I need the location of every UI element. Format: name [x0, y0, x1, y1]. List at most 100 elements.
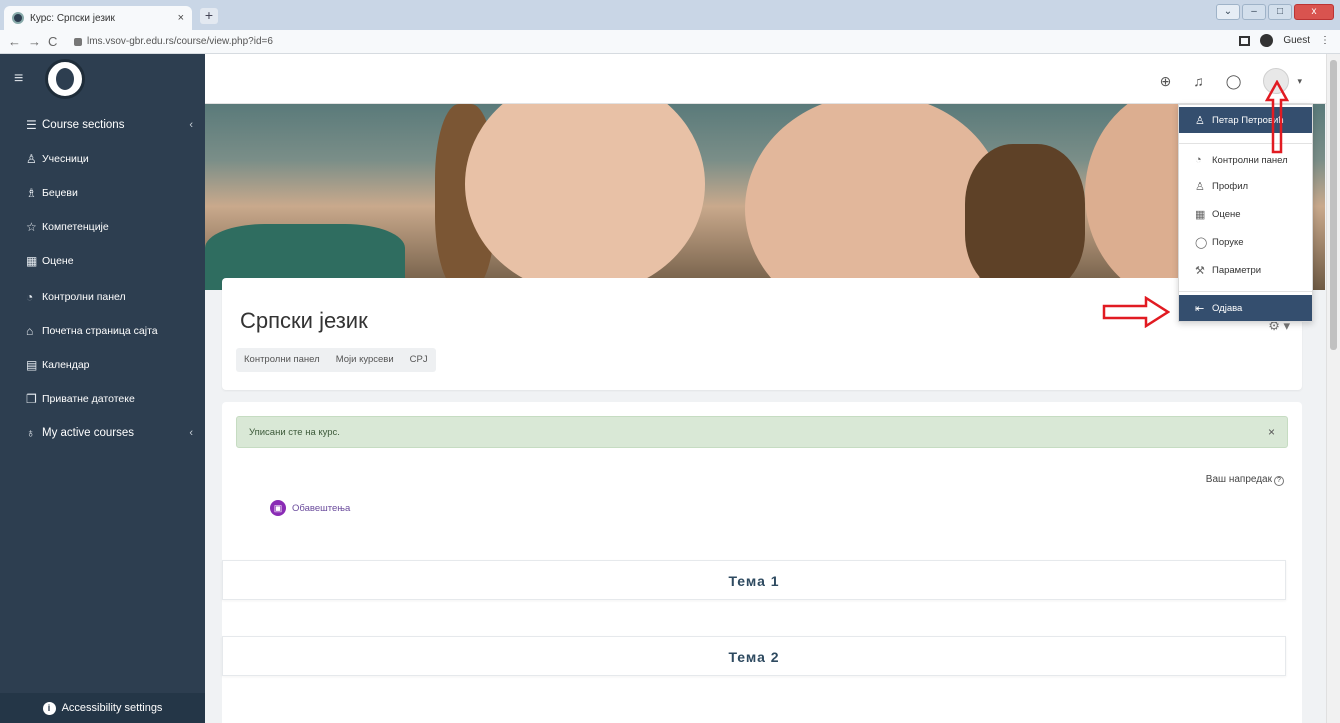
breadcrumb-dashboard[interactable]: Контролни панел	[236, 348, 328, 372]
sidebar-item-site-home[interactable]: ⌂ Почетна страница сајта	[0, 314, 205, 348]
window-close-button[interactable]: x	[1294, 4, 1334, 20]
browser-menu-icon[interactable]: ⋮	[1320, 35, 1330, 46]
sidebar-item-label: Календар	[42, 359, 90, 371]
announcements-label: Обавештења	[292, 502, 351, 514]
sidebar-item-label: Course sections	[42, 119, 125, 131]
browser-tabstrip: Курс: Српски језик × + ⌄ – □ x	[0, 0, 1340, 30]
sidebar-item-calendar[interactable]: ▤ Календар	[0, 348, 205, 382]
logout-icon: ⇤	[1195, 302, 1205, 315]
user-icon: ♙	[1195, 180, 1205, 193]
tab-close-icon[interactable]: ×	[178, 12, 184, 24]
logout-label: Одјава	[1212, 302, 1243, 314]
menu-divider	[1179, 143, 1312, 144]
tab-title: Курс: Српски језик	[30, 12, 115, 24]
user-menu-messages[interactable]: ◯ Поруке	[1179, 229, 1312, 255]
url-field[interactable]: lms.vsov-gbr.edu.rs/course/view.php?id=6	[74, 36, 273, 47]
dashboard-icon: ◔	[26, 290, 34, 304]
menu-divider	[1179, 291, 1312, 292]
progress-text: Ваш напредак	[1205, 474, 1272, 485]
announcements-link[interactable]: ▣ Обавештења	[270, 500, 350, 516]
chevron-left-icon[interactable]: ‹	[189, 427, 193, 439]
home-icon: ⌂	[26, 324, 34, 338]
hamburger-icon[interactable]: ≡	[14, 70, 23, 88]
window-toggle-icon[interactable]	[1239, 35, 1251, 46]
sidebar-item-private-files[interactable]: ❐ Приватне датотеке	[0, 382, 205, 416]
user-menu-caret-icon[interactable]: ▾	[1297, 76, 1302, 87]
wrench-icon: ⚒	[1195, 264, 1205, 277]
profile-label[interactable]: Guest	[1283, 35, 1310, 46]
top-navbar: ≡ ⊕ ♫ ◯ ▾	[0, 54, 1340, 104]
app: Курс: Српски језик × + ⌄ – □ x ← → C lms…	[0, 0, 1340, 723]
menu-item-label: Профил	[1212, 180, 1249, 192]
menu-item-label: Оцене	[1212, 208, 1241, 220]
breadcrumb-my-courses[interactable]: Моји курсеви	[328, 348, 402, 372]
annotation-arrow-right	[1102, 296, 1170, 328]
user-icon: ♙	[1195, 114, 1205, 127]
annotation-arrow-up	[1265, 80, 1289, 154]
user-menu-grades[interactable]: ▦ Оцене	[1179, 201, 1312, 227]
grades-icon: ▦	[1195, 208, 1206, 221]
sidebar-item-dashboard[interactable]: ◔ Контролни панел	[0, 280, 205, 314]
accessibility-label: Accessibility settings	[61, 702, 163, 714]
user-menu-preferences[interactable]: ⚒ Параметри	[1179, 257, 1312, 283]
lock-icon	[74, 37, 82, 46]
back-icon[interactable]: ←	[8, 34, 24, 49]
user-menu-name[interactable]: ♙ Петар Петровић	[1179, 107, 1312, 133]
sidebar-item-competencies[interactable]: ☆ Компетенције	[0, 210, 205, 244]
window-controls: ⌄ – □ x	[1216, 4, 1334, 20]
scrollbar-thumb[interactable]	[1330, 60, 1337, 350]
close-icon[interactable]: ×	[1268, 425, 1275, 439]
user-menu-profile[interactable]: ♙ Профил	[1179, 173, 1312, 199]
progress-label: Ваш напредак?	[1206, 474, 1284, 486]
bell-icon[interactable]: ♫	[1193, 73, 1204, 89]
reload-icon[interactable]: C	[48, 34, 64, 49]
section-topic-2[interactable]: Тема 2	[222, 636, 1286, 676]
user-menu-dropdown: ♙ Петар Петровић ◔ Контролни панел ♙ Про…	[1178, 104, 1313, 322]
forward-icon[interactable]: →	[28, 34, 44, 49]
courses-icon: ♁	[26, 426, 35, 440]
enrolment-alert: Уписани сте на курс. ×	[236, 416, 1288, 448]
browser-tab[interactable]: Курс: Српски језик ×	[4, 6, 192, 30]
sidebar-item-grades[interactable]: ▦ Оцене	[0, 244, 205, 278]
accessibility-settings-button[interactable]: i Accessibility settings	[0, 693, 205, 723]
breadcrumb-course[interactable]: СРЈ	[402, 348, 436, 372]
course-sidebar: ☰ Course sections ‹ ♙ Учесници ♗ Беџеви …	[0, 104, 205, 723]
minimize-button[interactable]: –	[1242, 4, 1266, 20]
sidebar-item-badges[interactable]: ♗ Беџеви	[0, 176, 205, 210]
user-menu-dashboard[interactable]: ◔ Контролни панел	[1179, 147, 1312, 173]
chevron-left-icon[interactable]: ‹	[189, 119, 193, 131]
navbar-brand-area: ≡	[0, 54, 205, 104]
page-scrollbar[interactable]	[1326, 54, 1340, 723]
sidebar-item-label: Оцене	[42, 255, 74, 267]
profile-icon[interactable]	[1260, 34, 1274, 47]
sidebar-item-label: My active courses	[42, 427, 135, 439]
menu-item-label: Поруке	[1212, 236, 1244, 248]
maximize-button[interactable]: □	[1268, 4, 1292, 20]
sidebar-item-course-sections[interactable]: ☰ Course sections ‹	[0, 108, 205, 142]
files-icon: ❐	[26, 392, 37, 406]
address-bar-right: Guest ⋮	[1239, 34, 1330, 47]
new-tab-button[interactable]: +	[200, 8, 218, 24]
dashboard-icon: ◔	[1195, 154, 1202, 166]
chat-icon[interactable]: ◯	[1226, 73, 1242, 90]
star-icon: ☆	[26, 220, 37, 234]
section-topic-1[interactable]: Тема 1	[222, 560, 1286, 600]
window-menu-icon[interactable]: ⌄	[1216, 4, 1240, 20]
sidebar-item-participants[interactable]: ♙ Учесници	[0, 142, 205, 176]
course-banner-image	[205, 104, 1325, 290]
sidebar-item-label: Компетенције	[42, 221, 109, 233]
user-menu-logout[interactable]: ⇤ Одјава	[1179, 295, 1312, 321]
address-bar: ← → C lms.vsov-gbr.edu.rs/course/view.ph…	[0, 30, 1340, 54]
banner-shape	[965, 144, 1085, 290]
sidebar-item-my-active-courses[interactable]: ♁ My active courses ‹	[0, 416, 205, 450]
page-title: Српски језик	[240, 308, 368, 333]
globe-icon[interactable]: ⊕	[1160, 73, 1172, 90]
help-icon[interactable]: ?	[1274, 476, 1284, 486]
menu-item-label: Контролни панел	[1212, 154, 1288, 166]
sidebar-item-label: Приватне датотеке	[42, 393, 135, 405]
accessibility-icon: i	[42, 701, 56, 715]
sidebar-item-label: Контролни панел	[42, 291, 126, 303]
chat-icon: ◯	[1195, 236, 1208, 249]
site-logo[interactable]	[45, 59, 86, 99]
sidebar-item-label: Учесници	[42, 153, 89, 165]
